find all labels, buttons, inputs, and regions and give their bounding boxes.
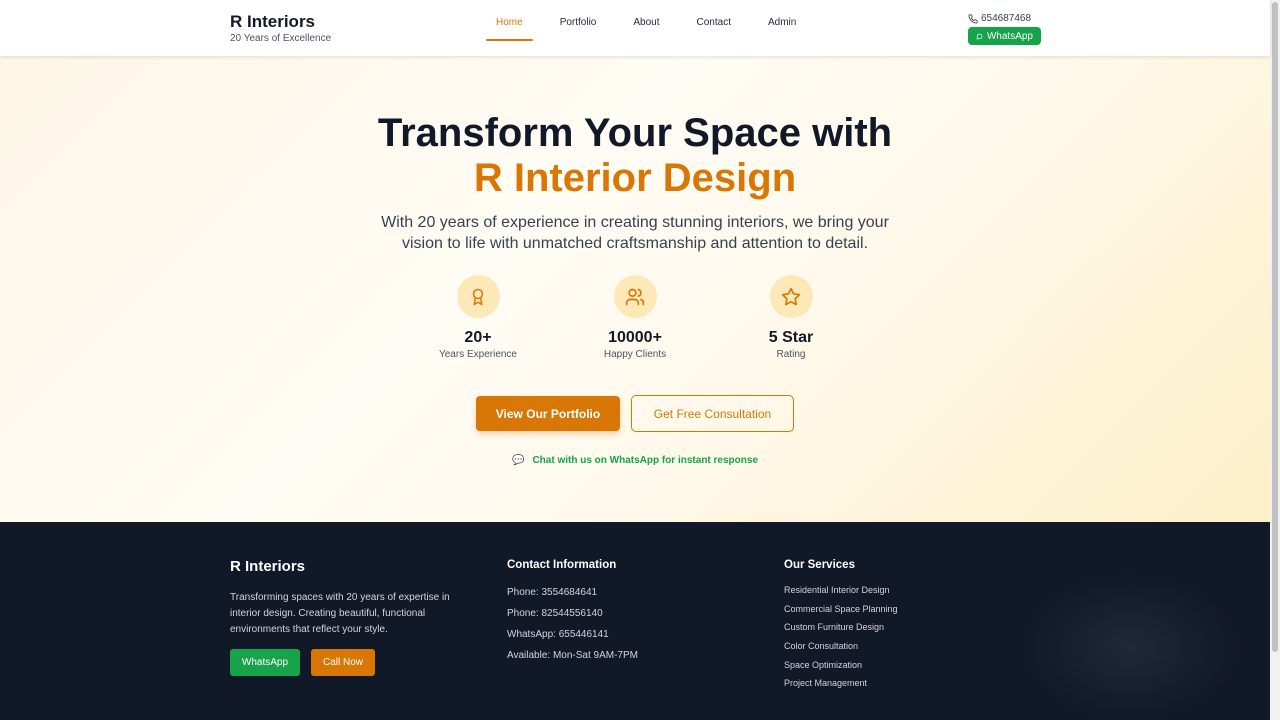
- brand-tagline: 20 Years of Excellence: [230, 33, 332, 44]
- stat-label: Years Experience: [438, 349, 517, 360]
- stat-clients: 10000+ Happy Clients: [565, 275, 705, 360]
- contact-list: Phone: 3554684641 Phone: 82544556140 Wha…: [507, 587, 747, 662]
- footer-description: Transforming spaces with 20 years of exp…: [230, 592, 450, 635]
- footer-decoration: [1020, 572, 1240, 720]
- view-portfolio-button[interactable]: View Our Portfolio: [476, 396, 620, 431]
- nav-item-admin[interactable]: Admin: [758, 15, 806, 41]
- hero-section: Transform Your Space with R Interior Des…: [0, 56, 1270, 522]
- service-item[interactable]: Space Optimization: [784, 660, 1024, 671]
- speech-bubble-icon: 💬: [511, 455, 525, 466]
- site-header: R Interiors 20 Years of Excellence Home …: [0, 0, 1270, 56]
- stat-value: 20+: [464, 329, 492, 346]
- header-phone[interactable]: 654687468: [968, 12, 1041, 25]
- nav-item-home[interactable]: Home: [486, 15, 533, 41]
- whatsapp-chat-text: Chat with us on WhatsApp for instant res…: [532, 455, 758, 466]
- header-contact: 654687468 WhatsApp: [968, 12, 1041, 45]
- footer-whatsapp-button[interactable]: WhatsApp: [230, 649, 300, 676]
- nav-item-portfolio[interactable]: Portfolio: [550, 15, 607, 41]
- service-item[interactable]: Project Management: [784, 678, 1024, 689]
- service-item[interactable]: Commercial Space Planning: [784, 604, 1024, 615]
- free-consultation-button[interactable]: Get Free Consultation: [631, 395, 794, 432]
- page-scrollbar[interactable]: [1270, 0, 1280, 720]
- service-item[interactable]: Color Consultation: [784, 641, 1024, 652]
- hero-title: Transform Your Space with: [377, 111, 893, 155]
- scrollbar-thumb[interactable]: [1272, 2, 1278, 652]
- header-phone-number: 654687468: [981, 13, 1032, 24]
- header-whatsapp-label: WhatsApp: [986, 30, 1033, 42]
- stat-experience: 20+ Years Experience: [408, 275, 548, 360]
- phone-icon: [968, 13, 978, 24]
- whatsapp-chat-link[interactable]: 💬 Chat with us on WhatsApp for instant r…: [0, 455, 1270, 466]
- stat-label: Happy Clients: [603, 349, 667, 360]
- contact-item: Available: Mon-Sat 9AM-7PM: [507, 650, 638, 661]
- footer-services: Our Services Residential Interior Design…: [784, 558, 1024, 697]
- site-footer: R Interiors Transforming spaces with 20 …: [0, 522, 1270, 720]
- star-icon: [769, 275, 813, 318]
- services-heading: Our Services: [784, 559, 855, 571]
- contact-item: Phone: 82544556140: [507, 608, 603, 619]
- contact-item: Phone: 3554684641: [507, 587, 598, 598]
- main-nav: Home Portfolio About Contact Admin: [486, 0, 823, 56]
- services-list: Residential Interior Design Commercial S…: [784, 585, 1024, 689]
- header-whatsapp-button[interactable]: WhatsApp: [968, 27, 1041, 45]
- service-item[interactable]: Custom Furniture Design: [784, 622, 1024, 633]
- users-icon: [613, 275, 657, 318]
- stat-label: Rating: [776, 349, 806, 360]
- service-item[interactable]: Residential Interior Design: [784, 585, 1024, 596]
- brand[interactable]: R Interiors 20 Years of Excellence: [230, 12, 331, 44]
- stat-rating: 5 Star Rating: [721, 275, 861, 360]
- hero-description: With 20 years of experience in creating …: [381, 214, 889, 252]
- brand-title[interactable]: R Interiors: [230, 12, 331, 32]
- footer-contact: Contact Information Phone: 3554684641 Ph…: [507, 558, 747, 671]
- footer-about: R Interiors Transforming spaces with 20 …: [230, 558, 470, 676]
- message-circle-icon: [976, 33, 983, 39]
- nav-item-contact[interactable]: Contact: [687, 15, 741, 41]
- hero-title-highlight: R Interior Design: [473, 156, 797, 200]
- nav-item-about[interactable]: About: [623, 15, 669, 41]
- stat-value: 5 Star: [768, 329, 814, 346]
- award-icon: [456, 275, 500, 318]
- contact-heading: Contact Information: [507, 559, 617, 571]
- footer-buttons: WhatsApp Call Now: [230, 649, 470, 676]
- contact-item: WhatsApp: 655446141: [507, 629, 609, 640]
- footer-call-button[interactable]: Call Now: [311, 649, 375, 676]
- footer-brand: R Interiors: [230, 558, 306, 575]
- stat-value: 10000+: [608, 329, 662, 346]
